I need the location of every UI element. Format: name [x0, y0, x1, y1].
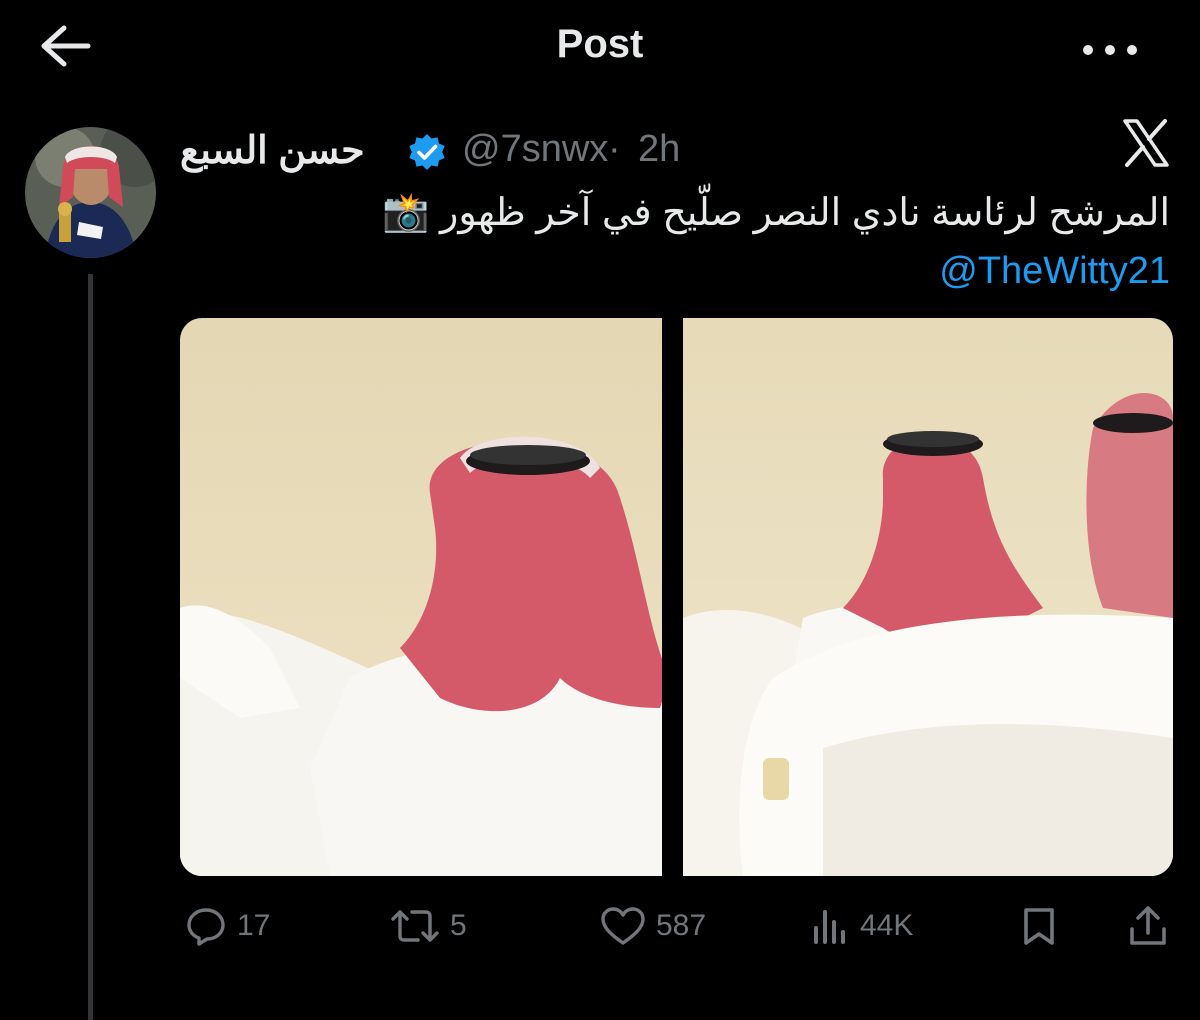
mention-link[interactable]: @TheWitty21 [939, 250, 1170, 293]
share-icon [1130, 906, 1166, 945]
repost-count: 5 [450, 909, 467, 942]
tweet-text: المرشح لرئاسة نادي النصر صلّيح في آخر ظه… [382, 192, 1170, 234]
like-button[interactable]: 587 [600, 898, 706, 954]
action-bar: 17 5 587 44K [180, 898, 1173, 958]
top-bar: Post [0, 0, 1200, 96]
avatar[interactable] [25, 127, 156, 258]
bookmark-button[interactable] [1020, 898, 1058, 954]
page-title: Post [556, 22, 644, 66]
repost-button[interactable]: 5 [390, 898, 467, 954]
tweet-header: حسن السبع @7snwx · 2h [180, 122, 1120, 178]
verified-badge-icon [407, 132, 447, 177]
views-icon [814, 910, 845, 944]
x-logo-icon [1122, 118, 1170, 168]
tweet-media[interactable] [180, 318, 1173, 876]
repost-icon [391, 910, 439, 942]
share-button[interactable] [1128, 898, 1168, 954]
like-icon [601, 907, 645, 945]
handle-separator: · [608, 128, 621, 170]
reply-button[interactable]: 17 [185, 898, 270, 954]
like-count: 587 [656, 909, 707, 942]
author-name[interactable]: حسن السبع [180, 128, 365, 173]
author-handle[interactable]: @7snwx [462, 128, 608, 171]
views-button[interactable]: 44K [810, 898, 913, 954]
reply-icon [187, 908, 225, 946]
views-count: 44K [860, 909, 914, 942]
thread-line [88, 274, 93, 1020]
reply-count: 17 [237, 909, 271, 942]
tweet-photo-right[interactable] [683, 318, 1173, 876]
bookmark-icon [1024, 908, 1054, 945]
more-button[interactable] [1080, 40, 1140, 60]
tweet-photo-left[interactable] [180, 318, 670, 876]
more-icon [1083, 45, 1137, 55]
post-time[interactable]: 2h [638, 128, 680, 171]
